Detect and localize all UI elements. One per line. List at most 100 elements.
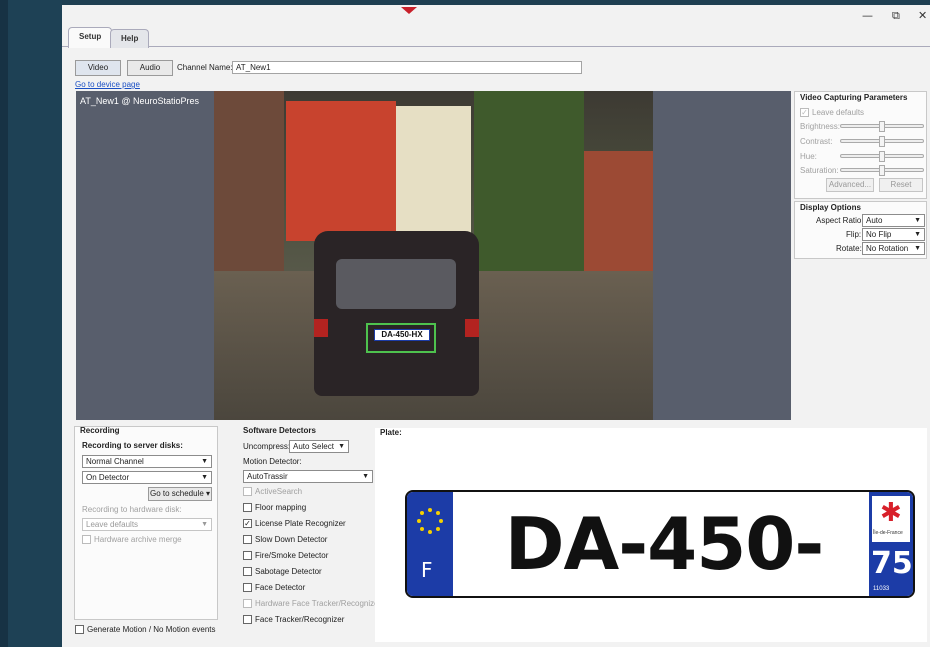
contrast-slider[interactable]: [840, 136, 924, 147]
car-window: [336, 259, 456, 309]
rotate-value: No Rotation: [866, 244, 909, 253]
car-taillight-right: [465, 319, 479, 337]
archive-merge-label: Hardware archive merge: [94, 535, 182, 544]
uncompress-label: Uncompress:: [243, 442, 291, 451]
saturation-slider[interactable]: [840, 165, 924, 176]
aspect-ratio-value: Auto: [866, 216, 883, 225]
aspect-ratio-select[interactable]: Auto ▼: [862, 214, 925, 227]
desktop-background: [0, 0, 62, 647]
brightness-label: Brightness:: [800, 122, 841, 131]
rotate-select[interactable]: No Rotation ▼: [862, 242, 925, 255]
hardware-disk-label: Recording to hardware disk:: [82, 505, 182, 514]
plate-small-code: 11033: [873, 586, 890, 592]
detectors-title: Software Detectors: [243, 426, 316, 435]
tab-help[interactable]: Help: [110, 29, 150, 48]
minimize-button[interactable]: —: [862, 9, 873, 22]
hw-face-tracker-checkbox[interactable]: [243, 599, 252, 608]
license-plate-image: F DA-450-HX ✱ Île-de-France 75 11033: [405, 490, 915, 598]
advanced-button[interactable]: Advanced...: [826, 178, 874, 192]
tab-setup[interactable]: Setup: [68, 27, 113, 48]
channel-name-input[interactable]: AT_New1: [232, 61, 582, 74]
rotate-label: Rotate:: [836, 244, 862, 253]
audio-button[interactable]: Audio: [127, 60, 173, 76]
car-plate: DA-450-HX: [374, 329, 430, 341]
chevron-down-icon: ▾: [206, 489, 211, 498]
face-detector-checkbox[interactable]: [243, 583, 252, 592]
contrast-thumb[interactable]: [879, 136, 885, 147]
flip-label: Flip:: [846, 230, 862, 239]
license-plate-label: License Plate Recognizer: [255, 519, 346, 528]
close-button[interactable]: ✕: [918, 9, 927, 22]
channel-type-select[interactable]: Normal Channel ▼: [82, 455, 212, 468]
region-band: ✱ Île-de-France 75 11033: [869, 492, 913, 596]
recording-mode-value: On Detector: [86, 473, 130, 482]
fire-smoke-checkbox[interactable]: [243, 551, 252, 560]
face-tracker-checkbox[interactable]: [243, 615, 252, 624]
contrast-label: Contrast:: [800, 137, 833, 146]
license-plate-checkbox[interactable]: ✓: [243, 519, 252, 528]
go-to-schedule-button[interactable]: Go to schedule ▾: [148, 487, 212, 501]
video-button[interactable]: Video: [75, 60, 121, 76]
camera-image: DA-450-HX: [214, 91, 653, 420]
brightness-thumb[interactable]: [879, 121, 885, 132]
uncompress-select[interactable]: Auto Select ▼: [289, 440, 349, 453]
tree: [474, 91, 584, 291]
generate-events-checkbox[interactable]: [75, 625, 84, 634]
channel-name-label: Channel Name:: [177, 63, 233, 72]
chevron-down-icon: ▼: [362, 473, 369, 480]
car: DA-450-HX: [314, 231, 479, 396]
hardware-disk-select[interactable]: Leave defaults ▼: [82, 518, 212, 531]
flip-select[interactable]: No Flip ▼: [862, 228, 925, 241]
go-to-schedule-label: Go to schedule: [149, 489, 204, 498]
display-options-title: Display Options: [800, 203, 861, 212]
sabotage-label: Sabotage Detector: [255, 567, 322, 576]
chevron-down-icon: ▼: [338, 443, 345, 450]
slow-down-label: Slow Down Detector: [255, 535, 328, 544]
aspect-ratio-label: Aspect Ratio:: [816, 216, 864, 225]
sabotage-checkbox[interactable]: [243, 567, 252, 576]
hue-thumb[interactable]: [879, 151, 885, 162]
motion-detector-value: AutoTrassir: [247, 472, 288, 481]
hue-slider[interactable]: [840, 151, 924, 162]
brightness-slider[interactable]: [840, 121, 924, 132]
main-window: — ⧉ ✕ Setup Help Video Audio Channel Nam…: [62, 5, 930, 647]
star-icon: ✱: [880, 497, 902, 527]
saturation-label: Saturation:: [800, 166, 839, 175]
region-logo: ✱ Île-de-France: [872, 496, 910, 542]
recording-title: Recording: [80, 426, 120, 435]
activesearch-label: ActiveSearch: [255, 487, 303, 496]
floor-mapping-checkbox[interactable]: [243, 503, 252, 512]
device-page-link[interactable]: Go to device page: [75, 80, 140, 89]
video-preview[interactable]: AT_New1 @ NeuroStatioPres DA-450-HX: [76, 91, 791, 420]
channel-type-value: Normal Channel: [86, 457, 144, 466]
plate-label: Plate:: [380, 428, 402, 437]
chevron-down-icon: ▼: [201, 521, 208, 528]
car-taillight-left: [314, 319, 328, 337]
face-detector-label: Face Detector: [255, 583, 306, 592]
plate-number: DA-450-HX: [504, 502, 825, 586]
eu-stars-icon: [417, 508, 443, 534]
hw-face-tracker-label: Hardware Face Tracker/Recognizer: [255, 599, 382, 608]
saturation-thumb[interactable]: [879, 165, 885, 176]
chevron-down-icon: ▼: [914, 245, 921, 252]
face-tracker-label: Face Tracker/Recognizer: [255, 615, 345, 624]
reset-button[interactable]: Reset: [879, 178, 923, 192]
chevron-down-icon: ▼: [914, 217, 921, 224]
activesearch-checkbox[interactable]: [243, 487, 252, 496]
server-disks-label: Recording to server disks:: [82, 441, 183, 450]
hue-label: Hue:: [800, 152, 817, 161]
slow-down-checkbox[interactable]: [243, 535, 252, 544]
chevron-down-icon: ▼: [201, 474, 208, 481]
country-letter: F: [421, 558, 433, 582]
flip-value: No Flip: [866, 230, 892, 239]
region-number: 75: [871, 546, 913, 581]
recording-mode-select[interactable]: On Detector ▼: [82, 471, 212, 484]
chevron-down-icon: ▼: [201, 458, 208, 465]
building-red: [286, 101, 396, 241]
motion-detector-select[interactable]: AutoTrassir ▼: [243, 470, 373, 483]
chevron-down-icon: ▼: [914, 231, 921, 238]
restore-button[interactable]: ⧉: [892, 9, 900, 23]
leave-defaults-checkbox[interactable]: ✓: [800, 108, 809, 117]
app-logo-icon: [401, 7, 417, 14]
archive-merge-checkbox[interactable]: [82, 535, 91, 544]
